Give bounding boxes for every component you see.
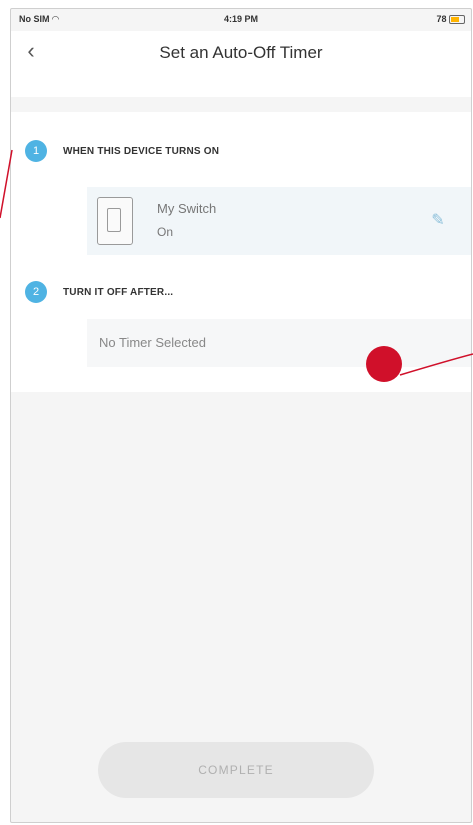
trigger-device-row[interactable]: My Switch On ✎ [87, 187, 471, 255]
annotation-marker [366, 346, 402, 382]
action-section-label: TURN IT OFF AFTER... [63, 287, 174, 298]
complete-button[interactable]: COMPLETE [98, 742, 374, 798]
phone-frame: No SIM ◠ 4:19 PM 78 ‹ Set an Auto-Off Ti… [10, 8, 472, 823]
page-title: Set an Auto-Off Timer [159, 43, 323, 62]
device-name: My Switch [157, 201, 217, 216]
timer-config-card: 1 WHEN THIS DEVICE TURNS ON My Switch On… [11, 112, 471, 392]
switch-device-icon [97, 197, 133, 245]
battery-percent: 78 [436, 14, 447, 24]
battery-icon [449, 15, 465, 25]
timer-selector[interactable]: No Timer Selected [87, 319, 471, 367]
status-bar: No SIM ◠ 4:19 PM 78 [11, 9, 471, 31]
device-state: On [157, 225, 174, 239]
status-time: 4:19 PM [223, 14, 258, 24]
step-1-badge: 1 [25, 140, 47, 162]
trigger-section-label: WHEN THIS DEVICE TURNS ON [63, 146, 220, 157]
timer-value: No Timer Selected [99, 335, 206, 350]
nav-bar: ‹ Set an Auto-Off Timer [11, 31, 471, 97]
edit-icon[interactable]: ✎ [427, 209, 449, 231]
step-2-badge: 2 [25, 281, 47, 303]
